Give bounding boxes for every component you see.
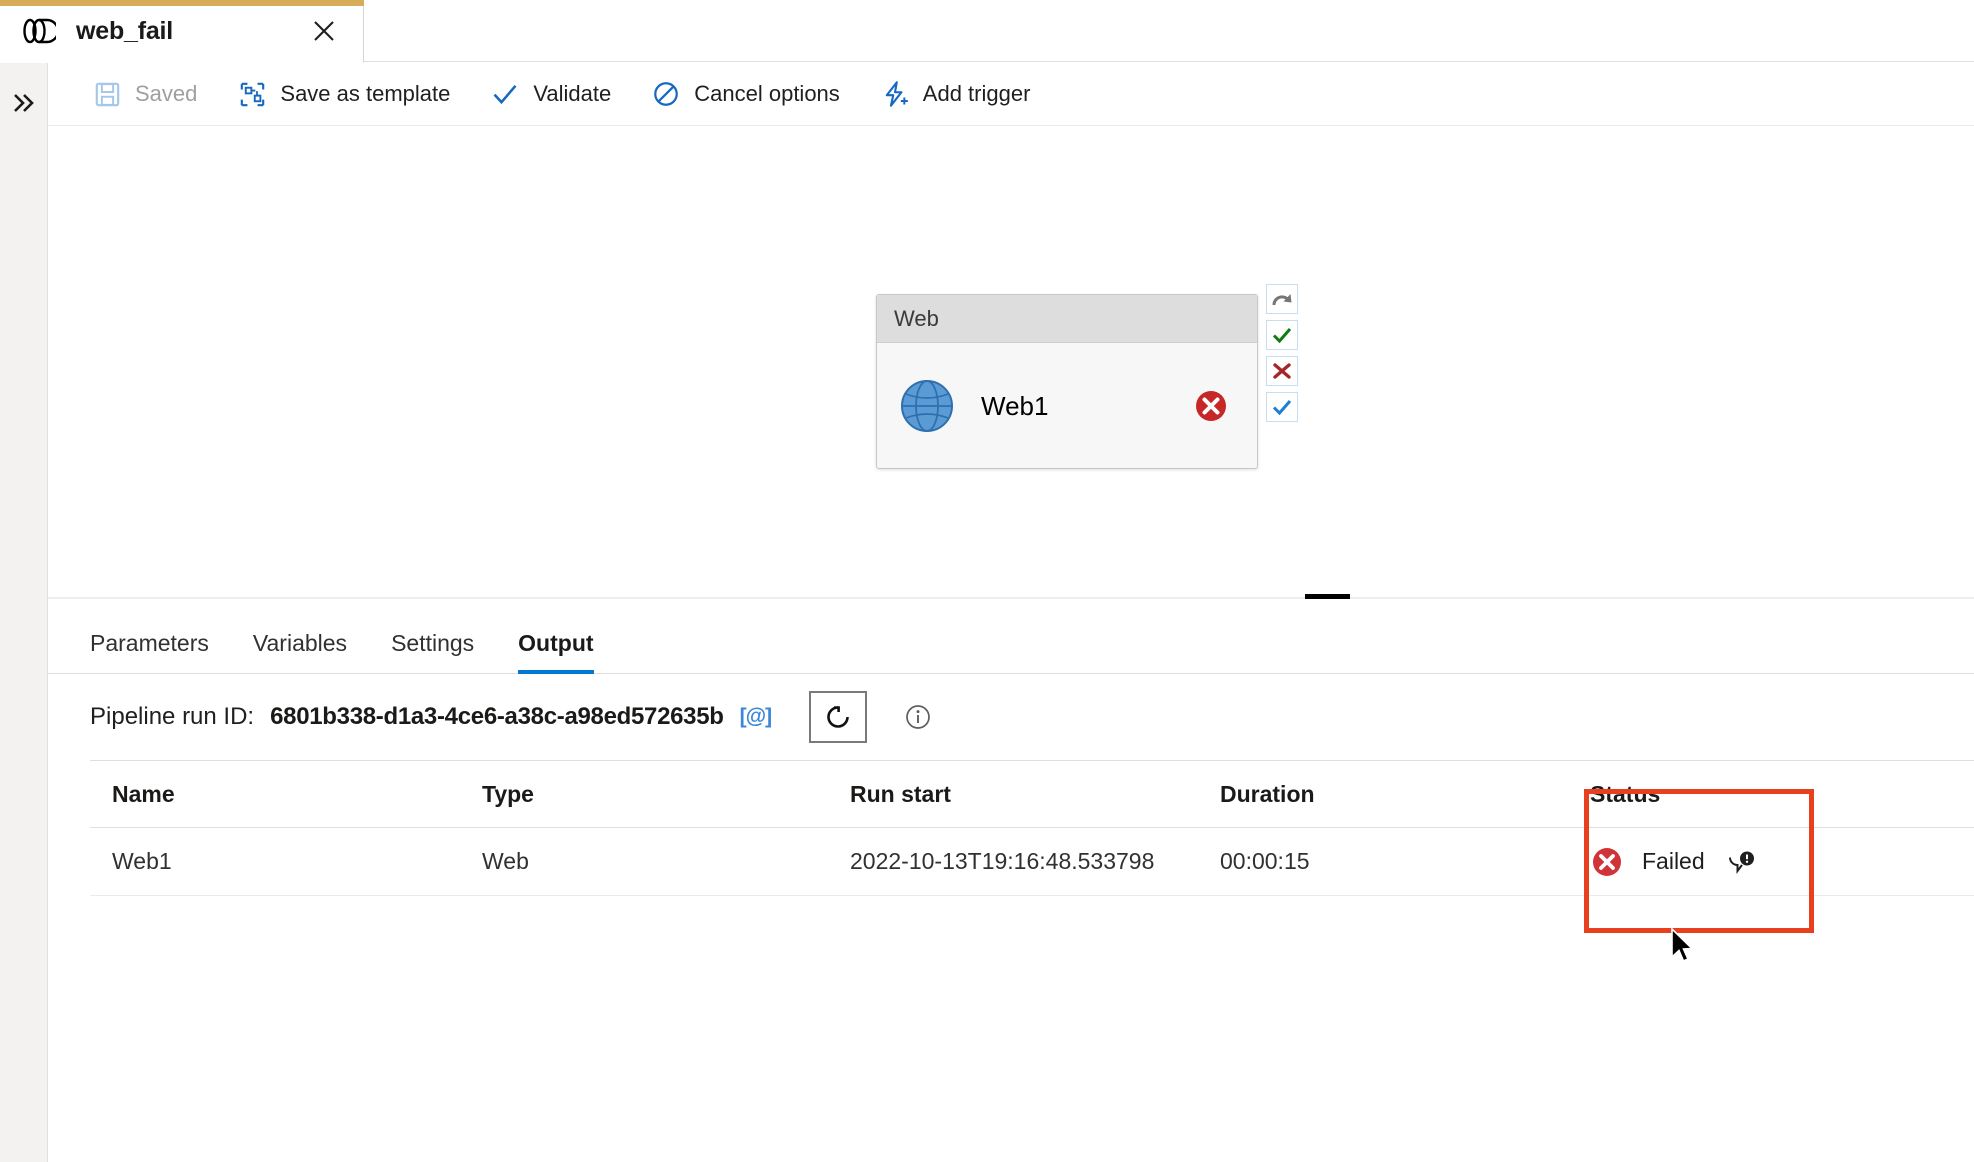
pipeline-icon: [22, 16, 56, 46]
add-trigger-button[interactable]: Add trigger: [866, 72, 1045, 116]
cell-name: Web1: [112, 848, 172, 874]
tab-parameters[interactable]: Parameters: [90, 630, 209, 673]
activity-node-body: Web1: [877, 343, 1257, 469]
error-message-icon[interactable]: [1727, 847, 1757, 877]
column-header-status: Status: [1590, 780, 1661, 807]
pipeline-run-id-value: 6801b338-d1a3-4ce6-a38c-a98ed572635b: [270, 703, 724, 730]
left-rail: [0, 63, 48, 1162]
cancel-options-label: Cancel options: [694, 81, 840, 106]
activity-type-label: Web: [894, 305, 939, 331]
save-icon: [92, 79, 122, 109]
panel-tab-list: Parameters Variables Settings Output: [48, 599, 1974, 674]
tab-title: web_fail: [76, 16, 174, 45]
cell-status: Failed: [1568, 845, 1868, 879]
tab-settings-label: Settings: [391, 630, 475, 656]
validate-button[interactable]: Validate: [476, 72, 625, 116]
tab-variables-label: Variables: [252, 630, 348, 656]
command-bar: Saved Save as template Validate Cancel o…: [48, 63, 1974, 126]
error-circle-icon: [1590, 845, 1624, 879]
activity-name-label: Web1: [981, 390, 1049, 421]
column-header-type: Type: [482, 780, 534, 807]
expand-panel-button[interactable]: [0, 81, 47, 125]
add-trigger-label: Add trigger: [922, 81, 1031, 106]
table-header-row: Name Type Run start Duration Status: [90, 761, 1974, 828]
cancel-options-button[interactable]: Cancel options: [637, 72, 854, 116]
handle-completion[interactable]: [1266, 284, 1298, 314]
column-header-name: Name: [112, 780, 175, 807]
details-panel: Parameters Variables Settings Output Pip…: [48, 599, 1974, 1162]
tab-strip-empty-area: [364, 0, 1974, 62]
activity-connector-handles: [1266, 284, 1300, 428]
status-badge: Failed: [1642, 848, 1705, 874]
column-header-duration: Duration: [1220, 780, 1315, 807]
handle-success[interactable]: [1266, 320, 1298, 350]
saved-button[interactable]: Saved: [78, 72, 211, 116]
cancel-circle-icon: [651, 79, 681, 109]
handle-failure[interactable]: [1266, 356, 1298, 386]
pipeline-canvas[interactable]: Web Web1: [48, 126, 1974, 598]
tab-output[interactable]: Output: [518, 630, 594, 674]
globe-icon: [899, 378, 955, 434]
table-row[interactable]: Web1 Web 2022-10-13T19:16:48.533798 00:0…: [90, 828, 1974, 896]
column-header-run-start: Run start: [850, 780, 951, 807]
pipeline-tab-web-fail[interactable]: web_fail: [0, 0, 364, 63]
info-icon[interactable]: [903, 702, 933, 732]
save-as-template-label: Save as template: [280, 81, 451, 106]
refresh-button[interactable]: [809, 691, 868, 743]
tab-parameters-label: Parameters: [90, 630, 209, 656]
tab-accent-bar: [0, 0, 364, 6]
tab-output-label: Output: [518, 630, 594, 656]
activity-node-web1[interactable]: Web Web1: [876, 294, 1258, 469]
checkmark-icon: [490, 79, 520, 109]
tab-variables[interactable]: Variables: [253, 630, 347, 673]
pipeline-run-id-row: Pipeline run ID: 6801b338-d1a3-4ce6-a38c…: [48, 674, 1974, 760]
cell-run-start: 2022-10-13T19:16:48.533798: [850, 848, 1155, 874]
activity-node-header: Web: [877, 295, 1257, 343]
saved-label: Saved: [135, 81, 198, 106]
handle-skipped[interactable]: [1266, 392, 1298, 422]
pipeline-run-id-label: Pipeline run ID:: [90, 703, 255, 730]
validate-label: Validate: [533, 81, 612, 106]
save-as-template-button[interactable]: Save as template: [223, 72, 464, 116]
lightning-add-icon: [880, 79, 910, 109]
tab-strip: web_fail: [0, 0, 1974, 63]
cell-type: Web: [482, 848, 529, 874]
save-as-template-icon: [237, 79, 267, 109]
close-icon[interactable]: [307, 14, 341, 48]
tab-settings[interactable]: Settings: [391, 630, 474, 673]
cell-duration: 00:00:15: [1220, 848, 1310, 874]
activity-runs-table: Name Type Run start Duration Status Web1…: [90, 760, 1974, 896]
copy-icon[interactable]: [@]: [740, 705, 772, 729]
error-circle-icon: [1193, 388, 1229, 424]
